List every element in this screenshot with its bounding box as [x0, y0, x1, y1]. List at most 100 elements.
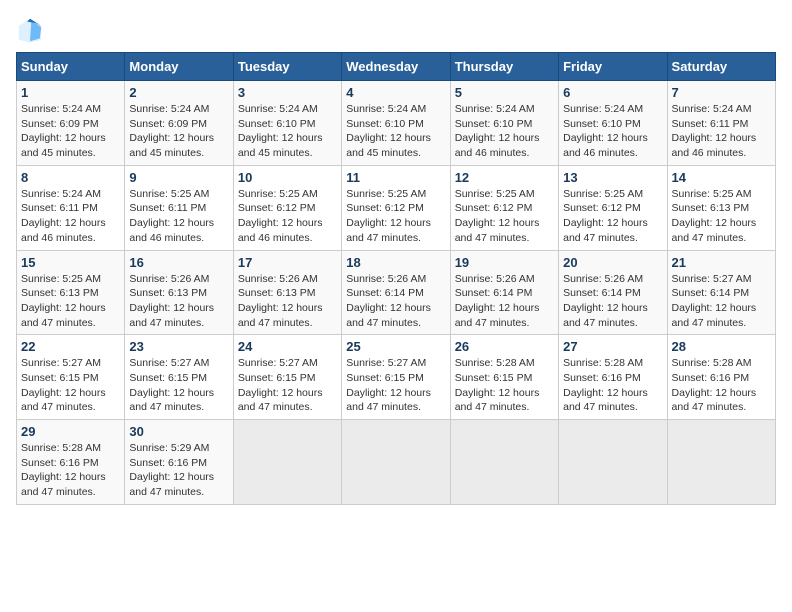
day-info: Sunrise: 5:25 AMSunset: 6:11 PMDaylight:…: [129, 187, 228, 246]
day-cell-4: 4 Sunrise: 5:24 AMSunset: 6:10 PMDaylight…: [342, 81, 450, 166]
day-info: Sunrise: 5:24 AMSunset: 6:11 PMDaylight:…: [672, 102, 771, 161]
day-info: Sunrise: 5:25 AMSunset: 6:12 PMDaylight:…: [455, 187, 554, 246]
day-info: Sunrise: 5:28 AMSunset: 6:15 PMDaylight:…: [455, 356, 554, 415]
header-thursday: Thursday: [450, 53, 558, 81]
day-cell-5: 5 Sunrise: 5:24 AMSunset: 6:10 PMDaylight…: [450, 81, 558, 166]
day-number: 3: [238, 85, 337, 100]
day-info: Sunrise: 5:27 AMSunset: 6:15 PMDaylight:…: [129, 356, 228, 415]
day-info: Sunrise: 5:26 AMSunset: 6:14 PMDaylight:…: [455, 272, 554, 331]
day-number: 8: [21, 170, 120, 185]
day-info: Sunrise: 5:27 AMSunset: 6:15 PMDaylight:…: [346, 356, 445, 415]
day-cell-3: 3 Sunrise: 5:24 AMSunset: 6:10 PMDaylight…: [233, 81, 341, 166]
day-cell-2: 2 Sunrise: 5:24 AMSunset: 6:09 PMDaylight…: [125, 81, 233, 166]
day-info: Sunrise: 5:27 AMSunset: 6:15 PMDaylight:…: [238, 356, 337, 415]
day-number: 16: [129, 255, 228, 270]
calendar-table: SundayMondayTuesdayWednesdayThursdayFrid…: [16, 52, 776, 505]
day-info: Sunrise: 5:24 AMSunset: 6:10 PMDaylight:…: [238, 102, 337, 161]
day-info: Sunrise: 5:24 AMSunset: 6:10 PMDaylight:…: [563, 102, 662, 161]
day-info: Sunrise: 5:26 AMSunset: 6:14 PMDaylight:…: [563, 272, 662, 331]
day-cell-17: 17 Sunrise: 5:26 AMSunset: 6:13 PMDayligh…: [233, 250, 341, 335]
day-cell-7: 7 Sunrise: 5:24 AMSunset: 6:11 PMDaylight…: [667, 81, 775, 166]
day-cell-21: 21 Sunrise: 5:27 AMSunset: 6:14 PMDayligh…: [667, 250, 775, 335]
empty-cell: [450, 420, 558, 505]
day-number: 24: [238, 339, 337, 354]
empty-cell: [559, 420, 667, 505]
day-number: 27: [563, 339, 662, 354]
day-number: 11: [346, 170, 445, 185]
header-sunday: Sunday: [17, 53, 125, 81]
header-friday: Friday: [559, 53, 667, 81]
day-number: 21: [672, 255, 771, 270]
day-cell-6: 6 Sunrise: 5:24 AMSunset: 6:10 PMDaylight…: [559, 81, 667, 166]
logo-icon: [16, 16, 44, 44]
day-info: Sunrise: 5:24 AMSunset: 6:11 PMDaylight:…: [21, 187, 120, 246]
empty-cell: [233, 420, 341, 505]
day-cell-28: 28 Sunrise: 5:28 AMSunset: 6:16 PMDayligh…: [667, 335, 775, 420]
day-info: Sunrise: 5:27 AMSunset: 6:15 PMDaylight:…: [21, 356, 120, 415]
day-cell-19: 19Sunrise: 5:26 AMSunset: 6:14 PMDayligh…: [450, 250, 558, 335]
day-number: 18: [346, 255, 445, 270]
day-number: 17: [238, 255, 337, 270]
day-info: Sunrise: 5:26 AMSunset: 6:13 PMDaylight:…: [238, 272, 337, 331]
day-info: Sunrise: 5:29 AMSunset: 6:16 PMDaylight:…: [129, 441, 228, 500]
day-info: Sunrise: 5:25 AMSunset: 6:12 PMDaylight:…: [346, 187, 445, 246]
day-info: Sunrise: 5:25 AMSunset: 6:12 PMDaylight:…: [238, 187, 337, 246]
day-info: Sunrise: 5:25 AMSunset: 6:12 PMDaylight:…: [563, 187, 662, 246]
day-info: Sunrise: 5:28 AMSunset: 6:16 PMDaylight:…: [21, 441, 120, 500]
day-cell-11: 11 Sunrise: 5:25 AMSunset: 6:12 PMDayligh…: [342, 165, 450, 250]
day-cell-25: 25 Sunrise: 5:27 AMSunset: 6:15 PMDayligh…: [342, 335, 450, 420]
day-number: 12: [455, 170, 554, 185]
day-number: 13: [563, 170, 662, 185]
day-info: Sunrise: 5:24 AMSunset: 6:10 PMDaylight:…: [346, 102, 445, 161]
day-cell-9: 9 Sunrise: 5:25 AMSunset: 6:11 PMDaylight…: [125, 165, 233, 250]
day-number: 25: [346, 339, 445, 354]
page-header: [16, 16, 776, 44]
empty-cell: [667, 420, 775, 505]
day-number: 28: [672, 339, 771, 354]
header-monday: Monday: [125, 53, 233, 81]
day-cell-26: 26Sunrise: 5:28 AMSunset: 6:15 PMDayligh…: [450, 335, 558, 420]
day-cell-30: 30 Sunrise: 5:29 AMSunset: 6:16 PMDayligh…: [125, 420, 233, 505]
day-info: Sunrise: 5:28 AMSunset: 6:16 PMDaylight:…: [672, 356, 771, 415]
day-info: Sunrise: 5:24 AMSunset: 6:09 PMDaylight:…: [21, 102, 120, 161]
day-info: Sunrise: 5:25 AMSunset: 6:13 PMDaylight:…: [672, 187, 771, 246]
day-cell-23: 23 Sunrise: 5:27 AMSunset: 6:15 PMDayligh…: [125, 335, 233, 420]
day-cell-16: 16 Sunrise: 5:26 AMSunset: 6:13 PMDayligh…: [125, 250, 233, 335]
header-saturday: Saturday: [667, 53, 775, 81]
day-number: 23: [129, 339, 228, 354]
day-info: Sunrise: 5:26 AMSunset: 6:13 PMDaylight:…: [129, 272, 228, 331]
day-cell-29: 29 Sunrise: 5:28 AMSunset: 6:16 PMDayligh…: [17, 420, 125, 505]
day-cell-13: 13 Sunrise: 5:25 AMSunset: 6:12 PMDayligh…: [559, 165, 667, 250]
day-cell-20: 20 Sunrise: 5:26 AMSunset: 6:14 PMDayligh…: [559, 250, 667, 335]
header-tuesday: Tuesday: [233, 53, 341, 81]
day-number: 4: [346, 85, 445, 100]
day-number: 20: [563, 255, 662, 270]
day-number: 5: [455, 85, 554, 100]
day-info: Sunrise: 5:24 AMSunset: 6:10 PMDaylight:…: [455, 102, 554, 161]
day-number: 6: [563, 85, 662, 100]
calendar-week-row-3: 22Sunrise: 5:27 AMSunset: 6:15 PMDayligh…: [17, 335, 776, 420]
day-info: Sunrise: 5:26 AMSunset: 6:14 PMDaylight:…: [346, 272, 445, 331]
day-cell-24: 24 Sunrise: 5:27 AMSunset: 6:15 PMDayligh…: [233, 335, 341, 420]
day-cell-18: 18 Sunrise: 5:26 AMSunset: 6:14 PMDayligh…: [342, 250, 450, 335]
day-number: 9: [129, 170, 228, 185]
day-number: 14: [672, 170, 771, 185]
day-number: 29: [21, 424, 120, 439]
day-cell-27: 27Sunrise: 5:28 AMSunset: 6:16 PMDayligh…: [559, 335, 667, 420]
day-info: Sunrise: 5:24 AMSunset: 6:09 PMDaylight:…: [129, 102, 228, 161]
calendar-week-row-1: 8 Sunrise: 5:24 AMSunset: 6:11 PMDaylight…: [17, 165, 776, 250]
header-wednesday: Wednesday: [342, 53, 450, 81]
day-number: 2: [129, 85, 228, 100]
day-cell-14: 14 Sunrise: 5:25 AMSunset: 6:13 PMDayligh…: [667, 165, 775, 250]
day-cell-15: 15Sunrise: 5:25 AMSunset: 6:13 PMDayligh…: [17, 250, 125, 335]
day-number: 1: [21, 85, 120, 100]
empty-cell: [342, 420, 450, 505]
day-number: 10: [238, 170, 337, 185]
day-number: 7: [672, 85, 771, 100]
day-number: 30: [129, 424, 228, 439]
day-info: Sunrise: 5:27 AMSunset: 6:14 PMDaylight:…: [672, 272, 771, 331]
calendar-week-row-2: 15Sunrise: 5:25 AMSunset: 6:13 PMDayligh…: [17, 250, 776, 335]
day-info: Sunrise: 5:25 AMSunset: 6:13 PMDaylight:…: [21, 272, 120, 331]
day-cell-12: 12 Sunrise: 5:25 AMSunset: 6:12 PMDayligh…: [450, 165, 558, 250]
day-cell-10: 10 Sunrise: 5:25 AMSunset: 6:12 PMDayligh…: [233, 165, 341, 250]
